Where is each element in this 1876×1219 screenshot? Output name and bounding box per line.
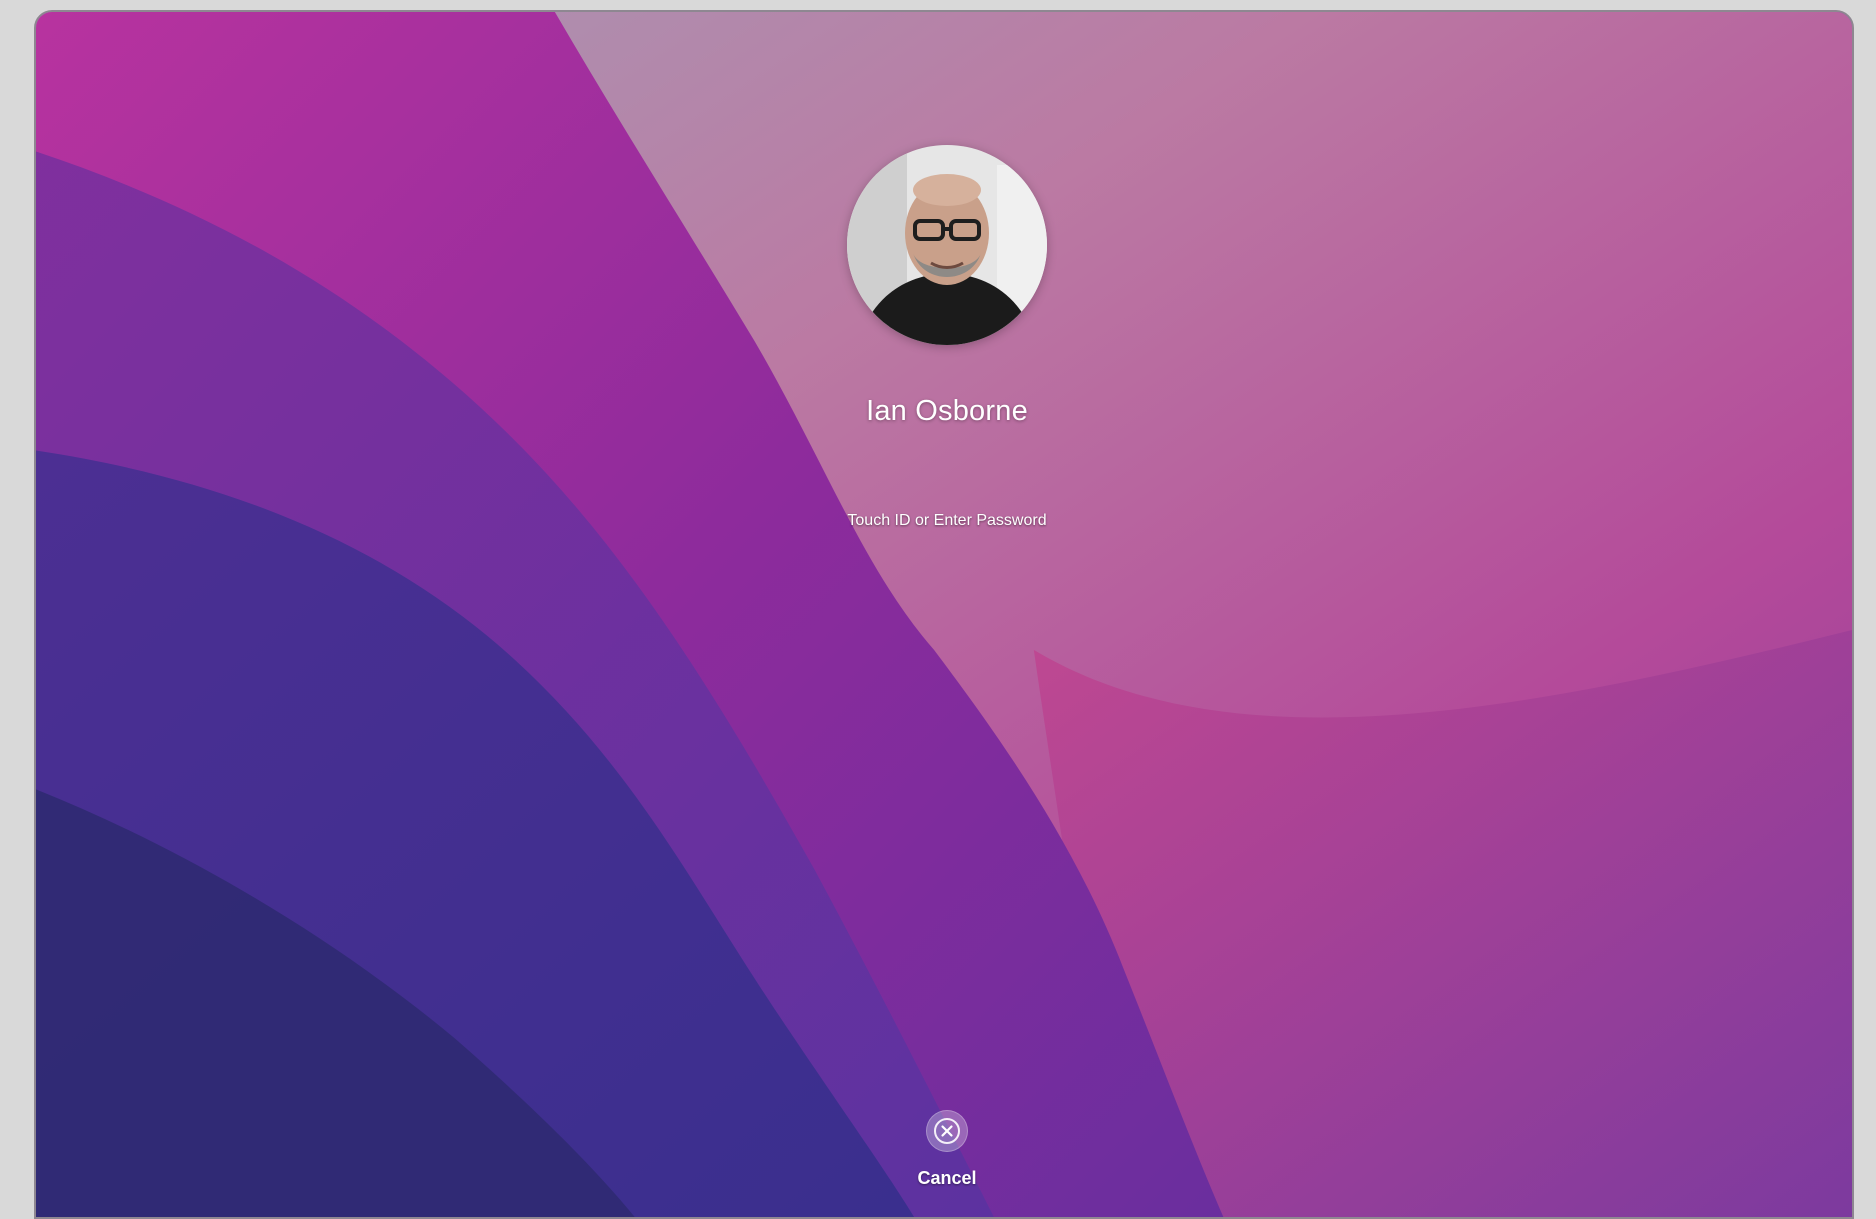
password-prompt: Touch ID or Enter Password [847,512,1047,529]
user-name: Ian Osborne [866,395,1028,427]
user-avatar[interactable] [847,145,1047,345]
cancel-label: Cancel [917,1168,977,1188]
close-circle-icon[interactable] [926,1110,968,1152]
cancel-button[interactable]: Cancel [897,1110,997,1196]
lock-screen: Ian Osborne Touch ID or Enter Password C… [34,10,1854,1219]
avatar-photo-icon [847,145,1047,345]
